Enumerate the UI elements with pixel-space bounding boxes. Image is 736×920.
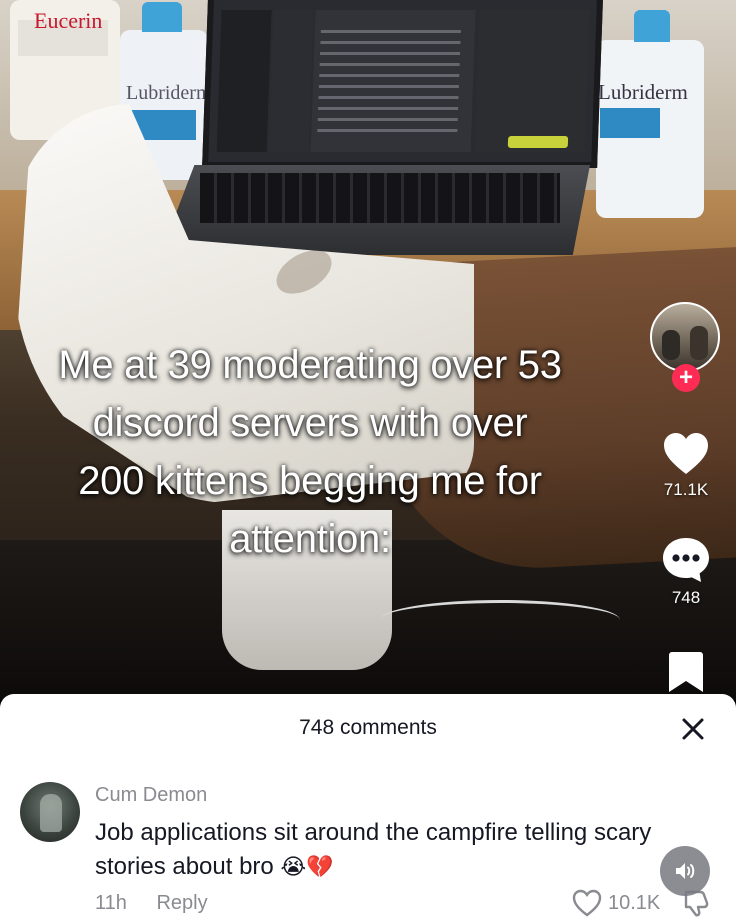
cable bbox=[380, 600, 620, 640]
like-count: 71.1K bbox=[663, 480, 709, 499]
video-caption: Me at 39 moderating over 53 discord serv… bbox=[0, 336, 620, 568]
action-rail: + 71.1K 748 bbox=[636, 296, 736, 700]
creator-avatar[interactable] bbox=[650, 302, 720, 372]
caption-line: discord servers with over bbox=[92, 401, 528, 445]
caption-line: attention: bbox=[229, 517, 391, 561]
sound-toggle-button[interactable] bbox=[660, 846, 710, 896]
heart-icon bbox=[664, 433, 708, 474]
laptop-keyboard bbox=[160, 165, 590, 255]
comment-item: Cum Demon Job applications sit around th… bbox=[0, 774, 736, 920]
bottle-label: Lubriderm bbox=[598, 80, 688, 104]
bottle-label: Eucerin bbox=[34, 8, 103, 33]
follow-button[interactable]: + bbox=[672, 364, 700, 392]
save-button[interactable] bbox=[636, 650, 736, 694]
caption-line: Me at 39 moderating over 53 bbox=[58, 343, 562, 387]
like-button[interactable]: 71.1K bbox=[636, 432, 736, 500]
bookmark-icon bbox=[669, 652, 703, 692]
commenter-username[interactable]: Cum Demon bbox=[95, 784, 207, 807]
comments-title: 748 comments bbox=[299, 716, 437, 739]
close-icon bbox=[682, 718, 704, 740]
speaker-icon bbox=[676, 863, 695, 879]
lotion-bottle-right: Lubriderm bbox=[596, 10, 704, 218]
heart-outline-icon bbox=[572, 889, 602, 917]
comment-count: 748 bbox=[671, 588, 701, 607]
reply-button[interactable]: Reply bbox=[156, 892, 207, 914]
comments-sheet: 748 comments Cum Demon Job applications … bbox=[0, 694, 736, 920]
comment-bubble-icon bbox=[663, 538, 709, 582]
comment-body: Job applications sit around the campfire… bbox=[95, 819, 652, 880]
comment-text: Job applications sit around the campfire… bbox=[95, 816, 655, 885]
comment-button[interactable]: 748 bbox=[636, 536, 736, 608]
comment-like-count: 10.1K bbox=[608, 891, 661, 914]
comment-like-button[interactable]: 10.1K bbox=[572, 888, 660, 918]
bottle-label: Lubriderm bbox=[126, 82, 212, 104]
comment-time: 11h bbox=[95, 892, 127, 914]
comment-emojis: 😭💔 bbox=[280, 855, 334, 880]
comment-meta: 11h Reply bbox=[95, 892, 208, 915]
laptop-screen bbox=[202, 0, 603, 168]
video-player[interactable]: Eucerin Lubriderm Lubriderm Me at 39 mod… bbox=[0, 0, 736, 700]
commenter-avatar[interactable] bbox=[20, 782, 80, 842]
close-button[interactable] bbox=[676, 712, 710, 746]
caption-line: 200 kittens begging me for bbox=[78, 459, 542, 503]
